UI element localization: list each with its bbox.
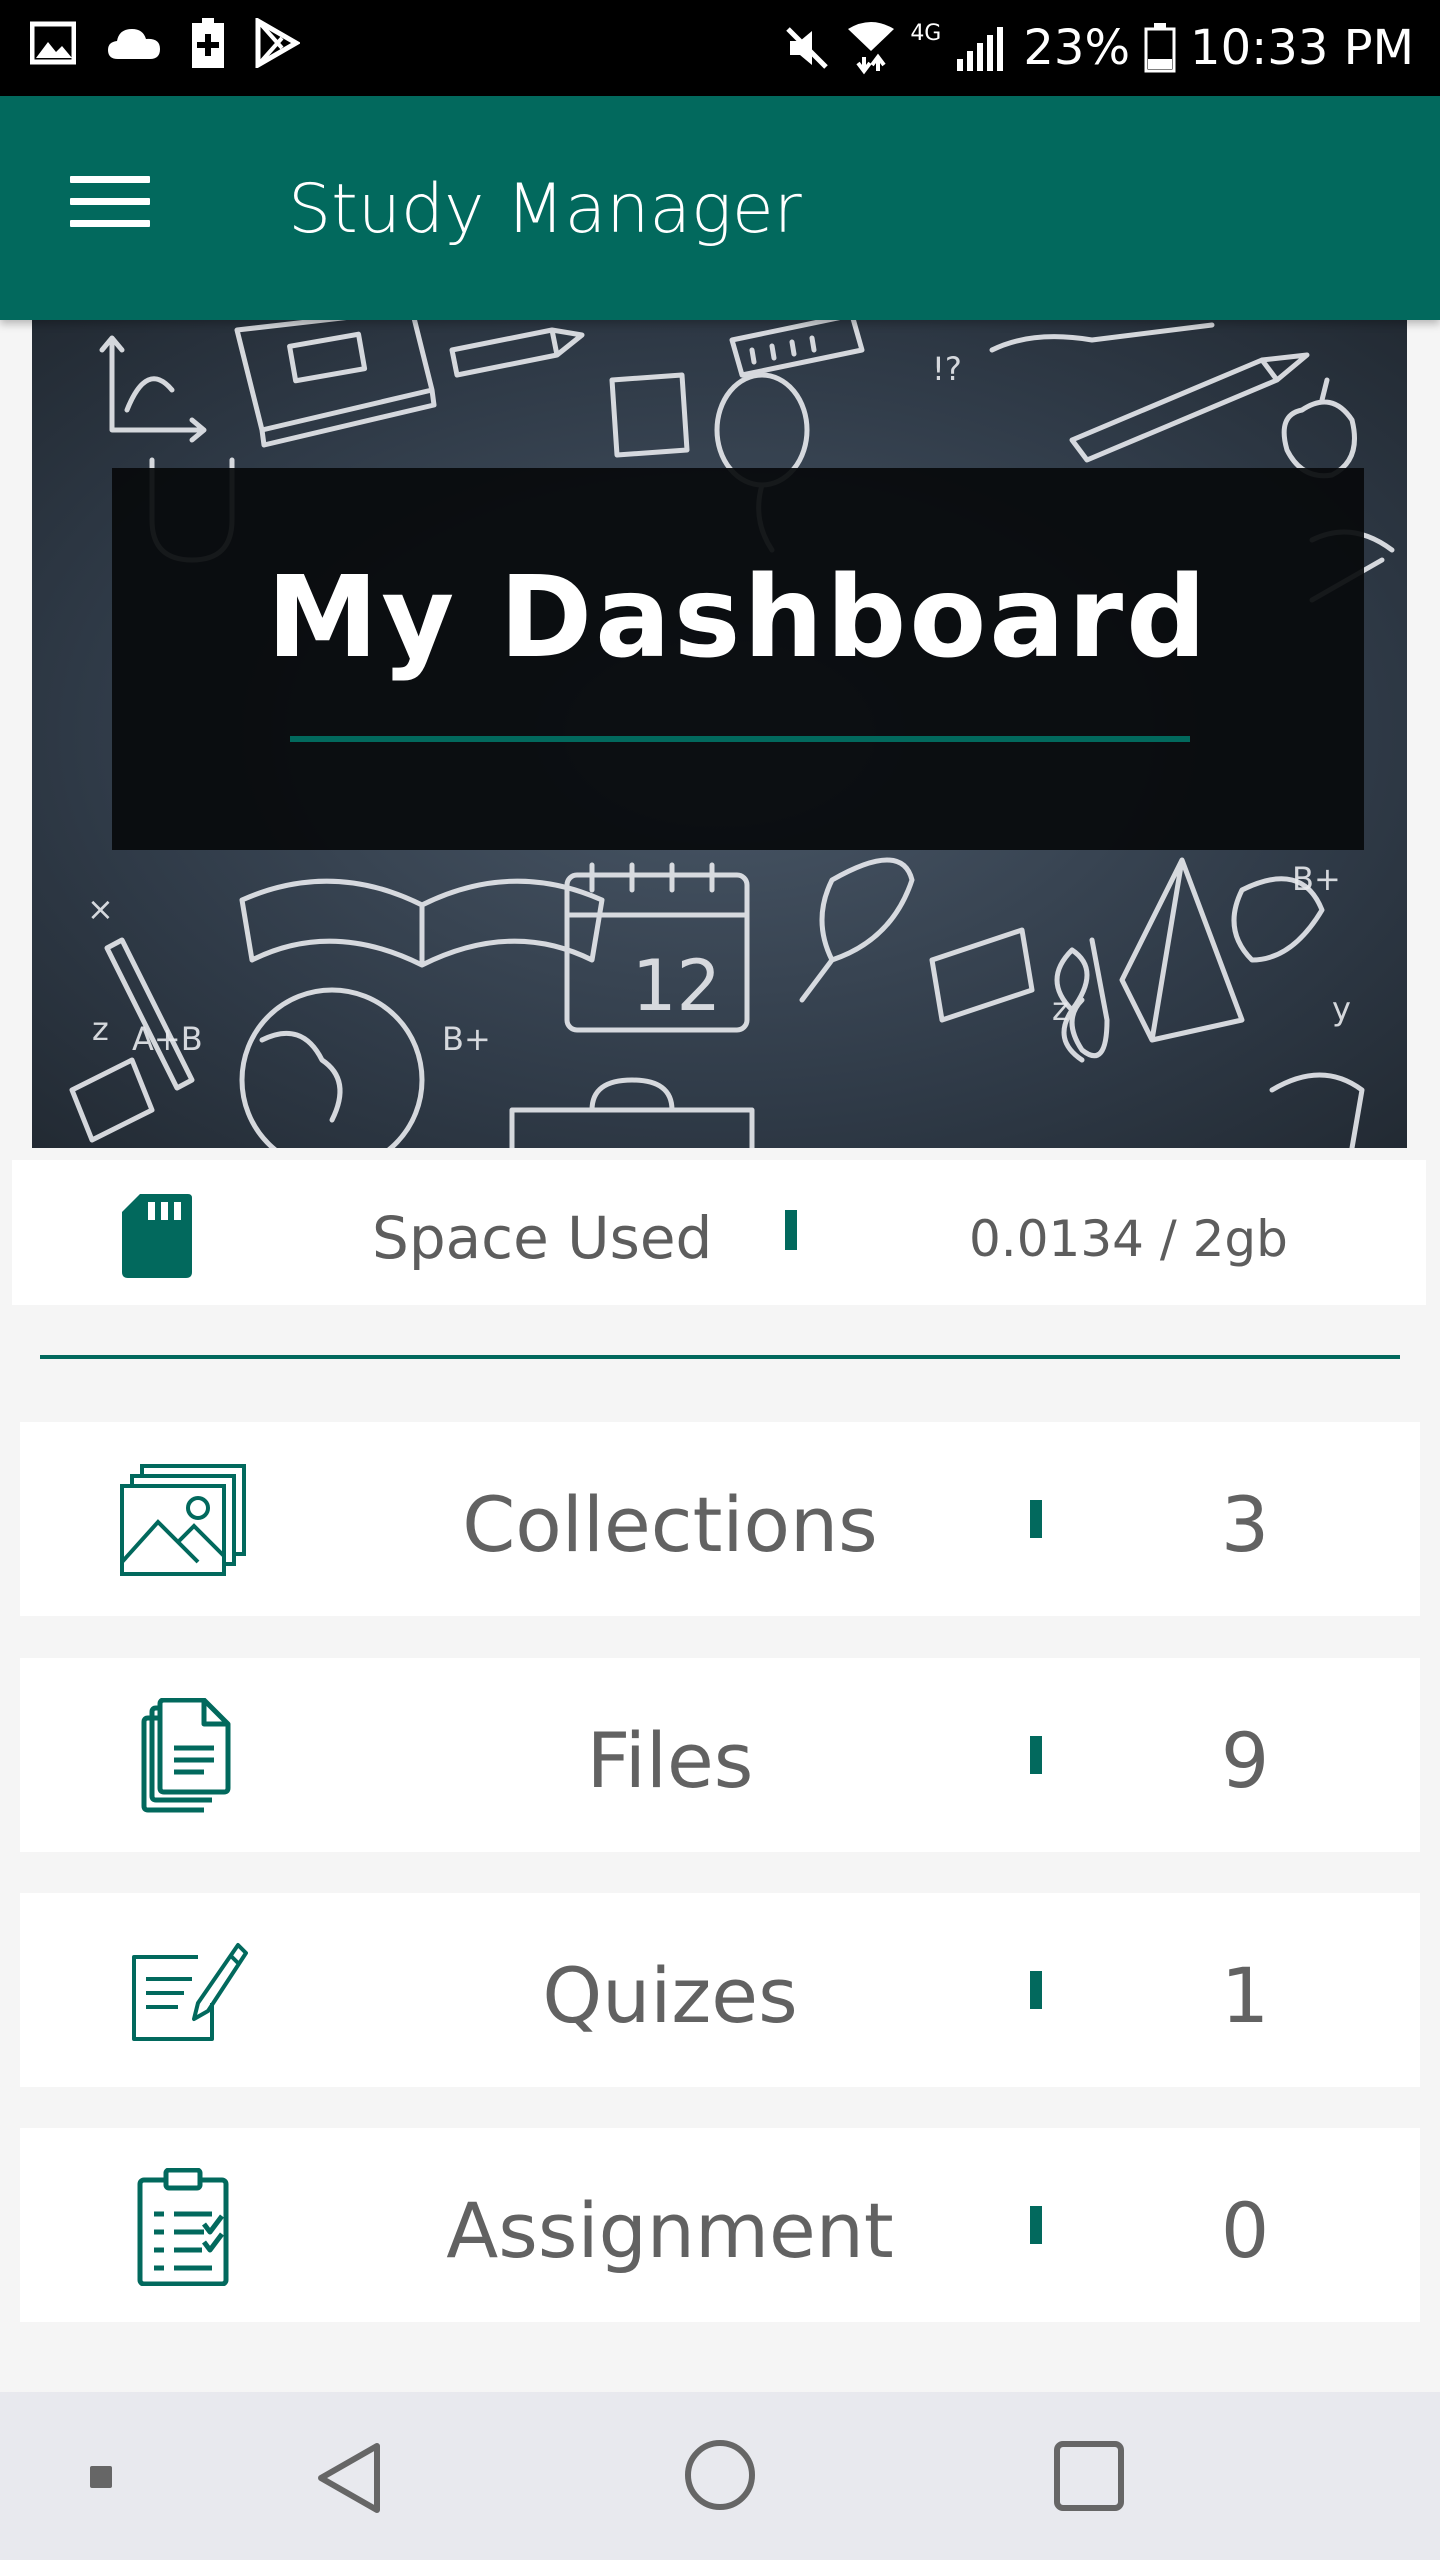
app-bar: Study Manager bbox=[0, 96, 1440, 320]
svg-text:!?: !? bbox=[932, 350, 962, 388]
title-underline bbox=[290, 736, 1190, 742]
battery-percent: 23% bbox=[1023, 20, 1131, 76]
stat-label: Quizes bbox=[542, 1951, 798, 2040]
stat-count: 9 bbox=[1220, 1716, 1270, 1805]
gallery-icon bbox=[30, 20, 76, 66]
separator-tick bbox=[785, 1210, 797, 1250]
svg-text:B+: B+ bbox=[1292, 860, 1341, 898]
svg-text:y: y bbox=[1332, 990, 1351, 1028]
space-used-value: 0.0134 / 2gb bbox=[969, 1210, 1288, 1268]
stat-count: 3 bbox=[1220, 1480, 1270, 1569]
stat-row-collections[interactable]: Collections 3 bbox=[20, 1422, 1420, 1616]
mute-icon bbox=[782, 23, 832, 73]
stat-label: Assignment bbox=[446, 2186, 894, 2275]
nav-dot-icon[interactable] bbox=[90, 2466, 112, 2488]
files-icon bbox=[118, 1697, 248, 1816]
stat-count: 0 bbox=[1220, 2186, 1270, 2275]
dashboard-title: My Dashboard bbox=[266, 553, 1210, 683]
svg-text:z: z bbox=[92, 1010, 109, 1048]
back-icon[interactable] bbox=[315, 2440, 385, 2521]
system-status: 4G 23% 10:33 PM bbox=[782, 0, 1414, 96]
clock: 10:33 PM bbox=[1190, 20, 1414, 76]
separator-tick bbox=[1030, 1971, 1042, 2009]
separator-tick bbox=[1030, 2206, 1042, 2244]
stat-label: Collections bbox=[462, 1480, 878, 1569]
recent-apps-icon[interactable] bbox=[1053, 2440, 1125, 2517]
svg-text:A+B: A+B bbox=[132, 1020, 203, 1058]
home-icon[interactable] bbox=[683, 2438, 757, 2517]
quiz-icon bbox=[118, 1933, 248, 2051]
svg-text:z: z bbox=[1052, 990, 1069, 1028]
collections-icon bbox=[118, 1462, 248, 1580]
stat-count: 1 bbox=[1220, 1951, 1270, 2040]
assignment-clipboard-icon bbox=[118, 2167, 248, 2287]
dashboard-title-panel: My Dashboard bbox=[112, 468, 1364, 850]
system-nav-bar bbox=[0, 2392, 1440, 2560]
svg-text:×: × bbox=[87, 890, 114, 928]
battery-plus-icon bbox=[192, 18, 224, 68]
app-title: Study Manager bbox=[288, 170, 802, 249]
cloud-icon bbox=[106, 23, 162, 63]
dashboard-banner: !? A+B B+ B+ 12 × z z y My Dashboard bbox=[32, 320, 1407, 1148]
play-store-icon bbox=[254, 18, 300, 68]
stat-row-assignment[interactable]: Assignment 0 bbox=[20, 2128, 1420, 2322]
signal-icon bbox=[955, 25, 1009, 71]
battery-icon bbox=[1144, 23, 1176, 73]
stat-label: Files bbox=[586, 1716, 754, 1805]
separator-tick bbox=[1030, 1736, 1042, 1774]
divider bbox=[40, 1355, 1400, 1359]
storage-card: Space Used 0.0134 / 2gb bbox=[12, 1160, 1426, 1305]
hamburger-menu-icon[interactable] bbox=[70, 176, 150, 236]
separator-tick bbox=[1030, 1500, 1042, 1538]
notification-icons bbox=[30, 18, 300, 68]
svg-text:12: 12 bbox=[632, 945, 721, 1027]
status-bar: 4G 23% 10:33 PM bbox=[0, 0, 1440, 96]
space-used-label: Space Used bbox=[372, 1204, 713, 1272]
stat-row-files[interactable]: Files 9 bbox=[20, 1658, 1420, 1852]
sd-card-icon bbox=[122, 1194, 192, 1283]
svg-text:B+: B+ bbox=[442, 1020, 491, 1058]
wifi-icon bbox=[846, 21, 896, 75]
stat-row-quizes[interactable]: Quizes 1 bbox=[20, 1893, 1420, 2087]
network-type: 4G bbox=[910, 20, 942, 46]
